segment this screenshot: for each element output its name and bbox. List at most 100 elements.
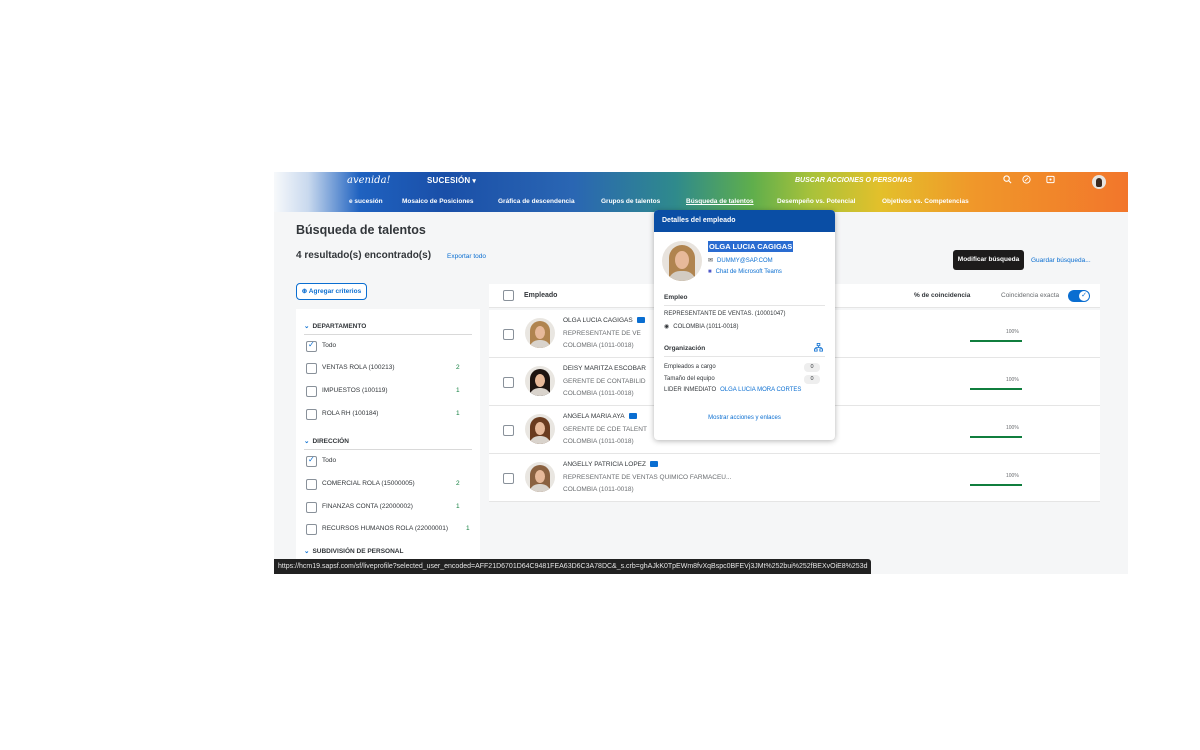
employee-name: ANGELA MARIA AYA — [563, 413, 625, 420]
checkbox[interactable] — [306, 524, 317, 535]
popover-header: Detalles del empleado — [654, 210, 835, 232]
tab-grafica-descendencia[interactable]: Gráfica de descendencia — [498, 198, 575, 205]
team-size-value: 0 — [804, 375, 820, 384]
job-location: ◉ COLOMBIA (1011-0018) — [664, 323, 739, 330]
filter-option[interactable]: RECURSOS HUMANOS ROLA (22000001) 1 — [306, 524, 476, 538]
tab-busqueda-talentos[interactable]: Búsqueda de talentos — [686, 198, 754, 205]
checkbox[interactable] — [306, 479, 317, 490]
row-checkbox[interactable] — [503, 329, 514, 340]
filter-section-subdivision[interactable]: ⌄ SUBDIVISIÓN DE PERSONAL — [304, 547, 403, 555]
filter-option-count: 1 — [466, 525, 470, 532]
filter-option-label: Todo — [322, 457, 337, 464]
manager-link[interactable]: OLGA LUCIA MORA CORTES — [720, 387, 801, 393]
filter-option-label: FINANZAS CONTA (22000002) — [322, 503, 413, 510]
employee-photo — [662, 241, 702, 281]
filters-panel: ⌄DEPARTAMENTO Todo VENTAS ROLA (100213) … — [296, 309, 480, 574]
add-criteria-button[interactable]: ⊕ Agregar criterios — [296, 283, 367, 300]
tab-objetivos-competencias[interactable]: Objetivos vs. Competencias — [882, 198, 969, 205]
row-checkbox[interactable] — [503, 377, 514, 388]
filter-option-label: Todo — [322, 342, 337, 349]
filter-section-title: DIRECCIÓN — [312, 438, 349, 445]
employee-location: COLOMBIA (1011-0018) — [563, 486, 634, 493]
export-all-link[interactable]: Exportar todo — [447, 253, 486, 260]
employee-name-link[interactable]: ANGELA MARIA AYA — [563, 413, 637, 420]
search-icon[interactable] — [1002, 175, 1012, 185]
page-title: Búsqueda de talentos — [296, 223, 426, 237]
exact-match-toggle[interactable] — [1068, 290, 1090, 302]
employee-title: GERENTE DE CONTABILID — [563, 378, 646, 385]
checkbox[interactable] — [306, 386, 317, 397]
user-avatar[interactable] — [1092, 175, 1106, 189]
module-switcher[interactable]: SUCESIÓN ▾ — [427, 176, 476, 185]
checkbox[interactable] — [306, 363, 317, 374]
column-header-employee: Empleado — [524, 292, 558, 299]
employee-title: REPRESENTANTE DE VE — [563, 330, 641, 337]
filter-option[interactable]: ROLA RH (100184) 1 — [306, 409, 476, 423]
checkbox[interactable] — [306, 340, 317, 352]
filter-option[interactable]: VENTAS ROLA (100213) 2 — [306, 363, 476, 377]
tab-mosaico-posiciones[interactable]: Mosaico de Posiciones — [402, 198, 474, 205]
employee-name-link[interactable]: OLGA LUCIA CAGIGAS — [563, 317, 645, 324]
select-all-checkbox[interactable] — [503, 290, 514, 301]
checkbox[interactable] — [306, 502, 317, 513]
org-chart-icon[interactable] — [814, 343, 823, 354]
employee-name[interactable]: OLGA LUCIA CAGIGAS — [708, 241, 794, 252]
employee-location: COLOMBIA (1011-0018) — [563, 438, 634, 445]
filter-option-label: VENTAS ROLA (100213) — [322, 364, 395, 371]
tab-desempeno-potencial[interactable]: Desempeño vs. Potencial — [777, 198, 855, 205]
tab-sucesion[interactable]: e sucesión — [349, 198, 383, 205]
filter-section-direccion[interactable]: ⌄ DIRECCIÓN — [304, 437, 349, 445]
filter-option[interactable]: COMERCIAL ROLA (15000005) 2 — [306, 479, 476, 493]
checkbox[interactable] — [306, 409, 317, 420]
employee-location: COLOMBIA (1011-0018) — [563, 390, 634, 397]
checkbox[interactable] — [306, 455, 317, 467]
profile-card-icon[interactable] — [628, 413, 637, 420]
employee-name-link[interactable]: ANGELLY PATRICIA LOPEZ — [563, 461, 658, 468]
row-checkbox[interactable] — [503, 425, 514, 436]
match-percent: 100% — [1006, 377, 1019, 383]
exact-match-label: Coincidencia exacta — [1001, 292, 1060, 299]
job-title: REPRESENTANTE DE VENTAS. (10001047) — [664, 311, 786, 317]
profile-card-icon[interactable] — [649, 461, 658, 468]
row-checkbox[interactable] — [503, 473, 514, 484]
direct-reports-label: Empleados a cargo — [664, 364, 716, 370]
filter-option[interactable]: FINANZAS CONTA (22000002) 1 — [306, 502, 476, 516]
save-search-link[interactable]: Guardar búsqueda... — [1031, 257, 1091, 264]
match-bar — [970, 340, 1022, 342]
chevron-down-icon: ▾ — [472, 178, 477, 185]
employee-photo[interactable] — [525, 462, 555, 492]
employee-name: OLGA LUCIA CAGIGAS — [563, 317, 633, 324]
filter-section-departamento[interactable]: ⌄ DEPARTAMENTO — [304, 322, 366, 330]
match-percent: 100% — [1006, 425, 1019, 431]
employee-photo[interactable] — [525, 366, 555, 396]
filter-option-count: 1 — [456, 387, 460, 394]
tab-grupos-talentos[interactable]: Grupos de talentos — [601, 198, 660, 205]
match-bar — [970, 388, 1022, 390]
email-link[interactable]: ✉ DUMMY@SAP.COM — [708, 257, 773, 264]
divider — [664, 305, 825, 306]
filter-option[interactable]: Todo — [306, 455, 476, 470]
filter-option[interactable]: IMPUESTOS (100119) 1 — [306, 386, 476, 400]
employee-name-link[interactable]: DEISY MARITZA ESCOBAR — [563, 365, 646, 372]
global-search-input[interactable]: BUSCAR ACCIONES O PERSONAS — [795, 177, 912, 184]
company-logo[interactable]: avenida! — [347, 175, 391, 186]
show-actions-link[interactable]: Mostrar acciones y enlaces — [654, 415, 835, 421]
teams-chat-link[interactable]: ■ Chat de Microsoft Teams — [708, 269, 782, 275]
modify-search-button[interactable]: Modificar búsqueda — [953, 250, 1024, 270]
chevron-down-icon: ⌄ — [304, 548, 310, 555]
table-row[interactable]: ANGELLY PATRICIA LOPEZ REPRESENTANTE DE … — [489, 454, 1100, 502]
notifications-icon[interactable] — [1045, 175, 1055, 185]
tab-bar: e sucesión Mosaico de Posiciones Gráfica… — [274, 196, 1128, 210]
browser-status-url: https://hcm19.sapsf.com/sf/liveprofile?s… — [274, 559, 872, 574]
match-bar — [970, 484, 1022, 486]
filter-section-title: DEPARTAMENTO — [312, 323, 367, 330]
chevron-down-icon: ⌄ — [304, 323, 310, 330]
profile-card-icon[interactable] — [636, 317, 645, 324]
help-icon[interactable] — [1021, 175, 1031, 185]
employee-photo[interactable] — [525, 318, 555, 348]
section-organizacion: Organización — [664, 345, 706, 352]
employee-details-popover: Detalles del empleado OLGA LUCIA CAGIGAS… — [654, 210, 835, 440]
employee-photo[interactable] — [525, 414, 555, 444]
column-header-match: % de coincidencia — [914, 292, 971, 299]
filter-option[interactable]: Todo — [306, 340, 476, 355]
